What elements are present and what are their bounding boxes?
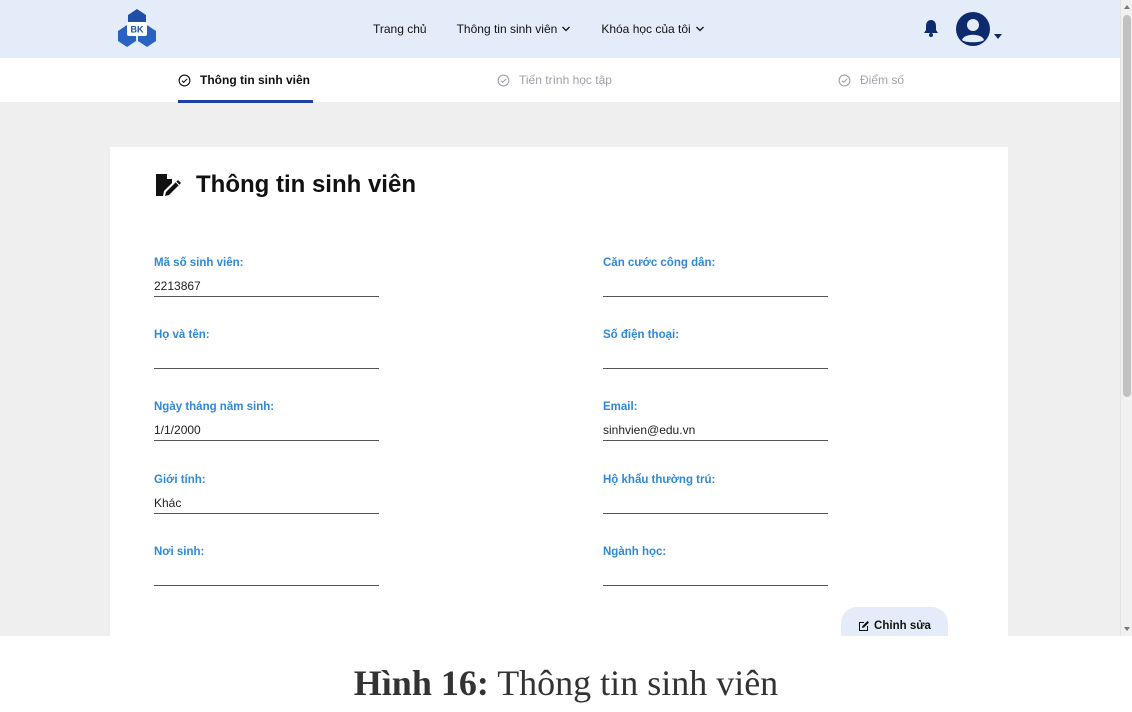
field-student-id: Mã số sinh viên: 2213867	[154, 257, 379, 297]
nav-link-my-courses-label: Khóa học của tôi	[601, 22, 691, 36]
gender-value[interactable]: Khác	[154, 496, 379, 514]
tab-learning-progress[interactable]: Tiến trình học tập	[497, 58, 612, 102]
field-phone: Số điện thoại:	[603, 329, 828, 369]
check-circle-icon	[497, 74, 510, 86]
major-value[interactable]	[603, 568, 828, 586]
tab-learning-progress-label: Tiến trình học tập	[519, 73, 612, 87]
field-place-of-birth: Nơi sinh:	[154, 546, 379, 586]
edit-icon	[859, 621, 870, 631]
student-id-value[interactable]: 2213867	[154, 279, 379, 297]
figure-caption-text: Thông tin sinh viên	[488, 663, 779, 703]
field-email: Email: sinhvien@edu.vn	[603, 401, 828, 441]
field-major: Ngành học:	[603, 546, 828, 586]
logo-text: BK	[131, 25, 144, 35]
field-label: Email:	[603, 401, 638, 413]
edit-button-label: Chỉnh sửa	[874, 620, 931, 632]
check-circle-icon	[178, 74, 191, 86]
tab-student-info-label: Thông tin sinh viên	[200, 73, 310, 87]
nav-link-my-courses[interactable]: Khóa học của tôi	[601, 22, 704, 36]
edit-button[interactable]: Chỉnh sửa	[841, 607, 948, 636]
permanent-address-value[interactable]	[603, 496, 828, 514]
citizen-id-value[interactable]	[603, 279, 828, 297]
page-scrollbar[interactable]	[1120, 0, 1132, 636]
chevron-down-icon	[695, 26, 704, 32]
nav-links: Trang chủ Thông tin sinh viên Khóa học c…	[373, 0, 735, 58]
scroll-up-icon[interactable]	[1124, 5, 1130, 9]
scroll-down-icon[interactable]	[1124, 627, 1130, 631]
bell-icon[interactable]	[922, 18, 940, 38]
top-navbar: BK Trang chủ Thông tin sinh viên Khóa họ…	[0, 0, 1120, 58]
field-permanent-address: Hộ khẩu thường trú:	[603, 474, 828, 514]
card-title-text: Thông tin sinh viên	[196, 171, 416, 198]
bk-logo-icon[interactable]: BK	[116, 8, 158, 50]
figure-caption: Hình 16: Thông tin sinh viên	[0, 662, 1132, 704]
nav-link-student-info-label: Thông tin sinh viên	[456, 22, 558, 36]
tab-grades-label: Điểm số	[860, 73, 905, 87]
chevron-down-icon	[562, 26, 571, 32]
full-name-value[interactable]	[154, 351, 379, 369]
nav-link-home-label: Trang chủ	[373, 22, 427, 36]
field-label: Nơi sinh:	[154, 546, 205, 558]
field-full-name: Họ và tên:	[154, 329, 379, 369]
field-label: Căn cước công dân:	[603, 257, 716, 269]
check-circle-icon	[838, 74, 851, 86]
email-value[interactable]: sinhvien@edu.vn	[603, 423, 828, 441]
place-of-birth-value[interactable]	[154, 568, 379, 586]
field-date-of-birth: Ngày tháng năm sinh: 1/1/2000	[154, 401, 379, 441]
figure-caption-prefix: Hình 16:	[353, 663, 489, 703]
card-title: Thông tin sinh viên	[154, 171, 416, 199]
tab-bar: Thông tin sinh viên Tiến trình học tập Đ…	[0, 58, 1120, 102]
active-tab-indicator	[178, 100, 313, 103]
edit-document-icon	[156, 174, 181, 196]
tab-student-info[interactable]: Thông tin sinh viên	[178, 58, 310, 102]
date-of-birth-value[interactable]: 1/1/2000	[154, 423, 379, 441]
field-label: Ngày tháng năm sinh:	[154, 401, 275, 413]
field-label: Ngành học:	[603, 546, 667, 558]
user-avatar-icon[interactable]	[955, 11, 991, 47]
field-citizen-id: Căn cước công dân:	[603, 257, 828, 297]
browser-viewport: BK Trang chủ Thông tin sinh viên Khóa họ…	[0, 0, 1132, 636]
field-label: Hộ khẩu thường trú:	[603, 474, 716, 486]
tab-grades[interactable]: Điểm số	[838, 58, 904, 102]
student-info-card: Thông tin sinh viên Mã số sinh viên: 221…	[110, 147, 1008, 636]
nav-link-home[interactable]: Trang chủ	[373, 22, 427, 36]
field-gender: Giới tính: Khác	[154, 474, 379, 514]
nav-link-student-info[interactable]: Thông tin sinh viên	[457, 22, 572, 36]
scrollbar-thumb[interactable]	[1123, 15, 1131, 397]
field-label: Họ và tên:	[154, 329, 210, 341]
field-label: Số điện thoại:	[603, 329, 680, 341]
field-label: Mã số sinh viên:	[154, 257, 244, 269]
field-label: Giới tính:	[154, 474, 206, 486]
caret-down-icon[interactable]	[994, 34, 1002, 40]
phone-value[interactable]	[603, 351, 828, 369]
